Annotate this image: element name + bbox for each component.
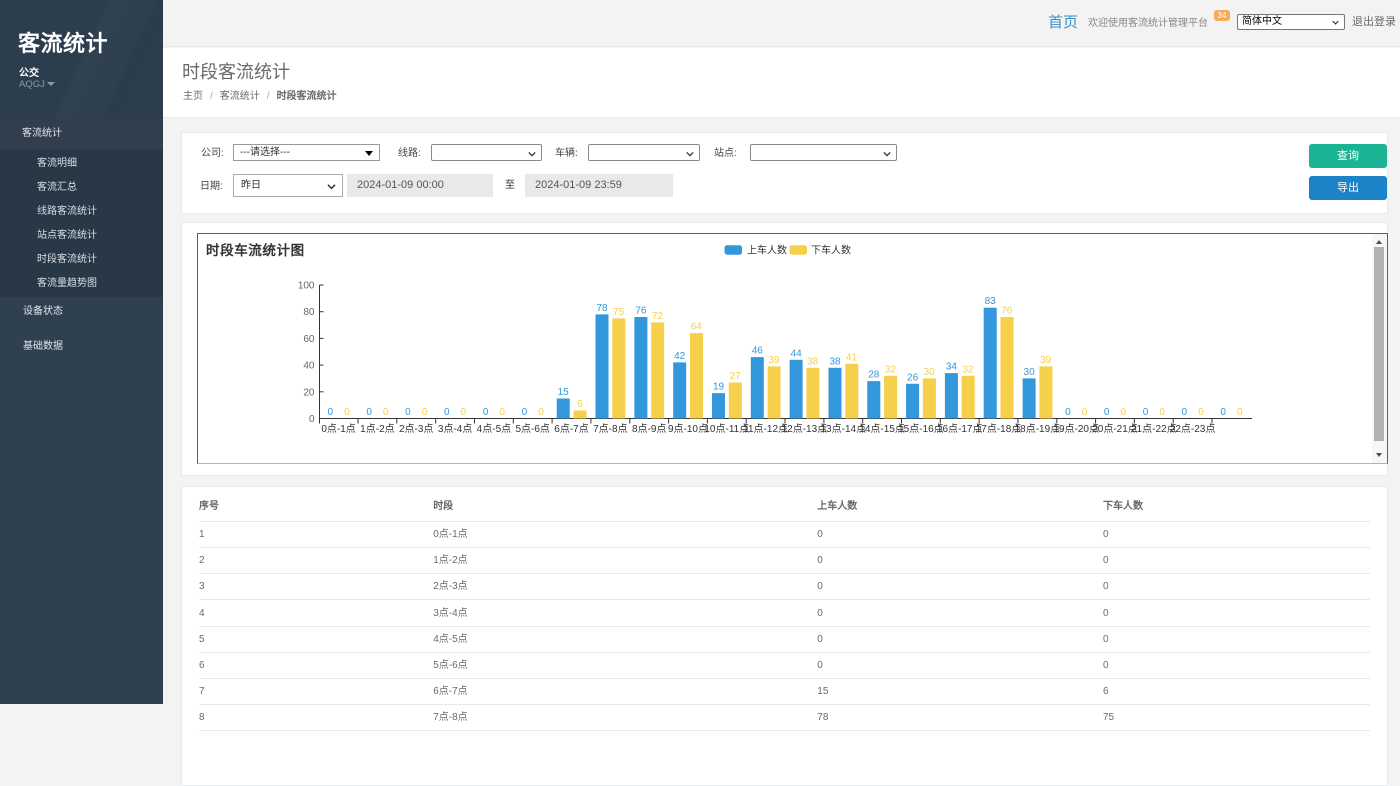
svg-text:6点-7点: 6点-7点 (554, 423, 588, 435)
svg-text:9点-10点: 9点-10点 (668, 423, 708, 435)
svg-text:44: 44 (791, 348, 803, 359)
svg-text:40: 40 (303, 361, 315, 372)
svg-text:38: 38 (807, 356, 819, 367)
svg-text:20: 20 (303, 387, 315, 398)
svg-text:1点-2点: 1点-2点 (360, 423, 394, 435)
svg-text:0: 0 (1082, 407, 1088, 418)
svg-text:22点-23点: 22点-23点 (1170, 423, 1216, 435)
svg-text:下车人数: 下车人数 (811, 244, 851, 257)
svg-text:34: 34 (946, 362, 958, 373)
svg-text:7点-8点: 7点-8点 (593, 423, 627, 435)
svg-text:75: 75 (613, 307, 625, 318)
svg-text:0: 0 (1182, 407, 1188, 418)
svg-text:0: 0 (1143, 407, 1149, 418)
svg-text:0: 0 (422, 407, 428, 418)
svg-text:100: 100 (298, 281, 315, 292)
svg-text:0: 0 (444, 407, 450, 418)
svg-text:64: 64 (691, 322, 703, 333)
svg-text:32: 32 (885, 364, 897, 375)
svg-text:0: 0 (461, 407, 467, 418)
svg-text:46: 46 (752, 346, 764, 357)
svg-text:76: 76 (635, 306, 647, 317)
svg-text:0: 0 (1198, 407, 1204, 418)
svg-text:0: 0 (1159, 407, 1165, 418)
svg-text:5点-6点: 5点-6点 (515, 423, 549, 435)
svg-text:0点-1点: 0点-1点 (321, 423, 355, 435)
svg-text:上车人数: 上车人数 (747, 244, 787, 257)
svg-text:27: 27 (730, 371, 742, 382)
svg-text:0: 0 (383, 407, 389, 418)
svg-text:39: 39 (768, 355, 780, 366)
svg-text:39: 39 (1040, 355, 1052, 366)
svg-text:0: 0 (483, 407, 489, 418)
svg-text:41: 41 (846, 352, 858, 363)
svg-text:0: 0 (309, 414, 315, 425)
svg-text:0: 0 (1104, 407, 1110, 418)
svg-text:0: 0 (405, 407, 411, 418)
svg-text:0: 0 (366, 407, 372, 418)
svg-text:83: 83 (985, 296, 997, 307)
svg-text:3点-4点: 3点-4点 (438, 423, 472, 435)
svg-text:28: 28 (868, 370, 880, 381)
svg-text:0: 0 (499, 407, 505, 418)
svg-text:0: 0 (1220, 407, 1226, 418)
svg-text:60: 60 (303, 334, 315, 345)
svg-text:0: 0 (328, 407, 334, 418)
svg-text:0: 0 (522, 407, 528, 418)
svg-text:30: 30 (1024, 367, 1036, 378)
svg-text:32: 32 (962, 364, 974, 375)
svg-text:15: 15 (558, 387, 570, 398)
svg-text:6: 6 (577, 399, 583, 410)
svg-text:0: 0 (1237, 407, 1243, 418)
svg-text:19: 19 (713, 382, 725, 393)
svg-text:26: 26 (907, 372, 919, 383)
svg-text:78: 78 (596, 303, 608, 314)
svg-text:时段车流统计图: 时段车流统计图 (206, 242, 305, 258)
svg-text:0: 0 (1121, 407, 1127, 418)
svg-text:2点-3点: 2点-3点 (399, 423, 433, 435)
svg-text:30: 30 (924, 367, 936, 378)
svg-text:0: 0 (344, 407, 350, 418)
svg-text:4点-5点: 4点-5点 (477, 423, 511, 435)
svg-text:8点-9点: 8点-9点 (632, 423, 666, 435)
svg-text:76: 76 (1001, 306, 1013, 317)
svg-text:0: 0 (1065, 407, 1071, 418)
svg-text:38: 38 (829, 356, 841, 367)
svg-text:80: 80 (303, 307, 315, 318)
svg-text:42: 42 (674, 351, 686, 362)
svg-text:72: 72 (652, 311, 664, 322)
svg-text:0: 0 (538, 407, 544, 418)
